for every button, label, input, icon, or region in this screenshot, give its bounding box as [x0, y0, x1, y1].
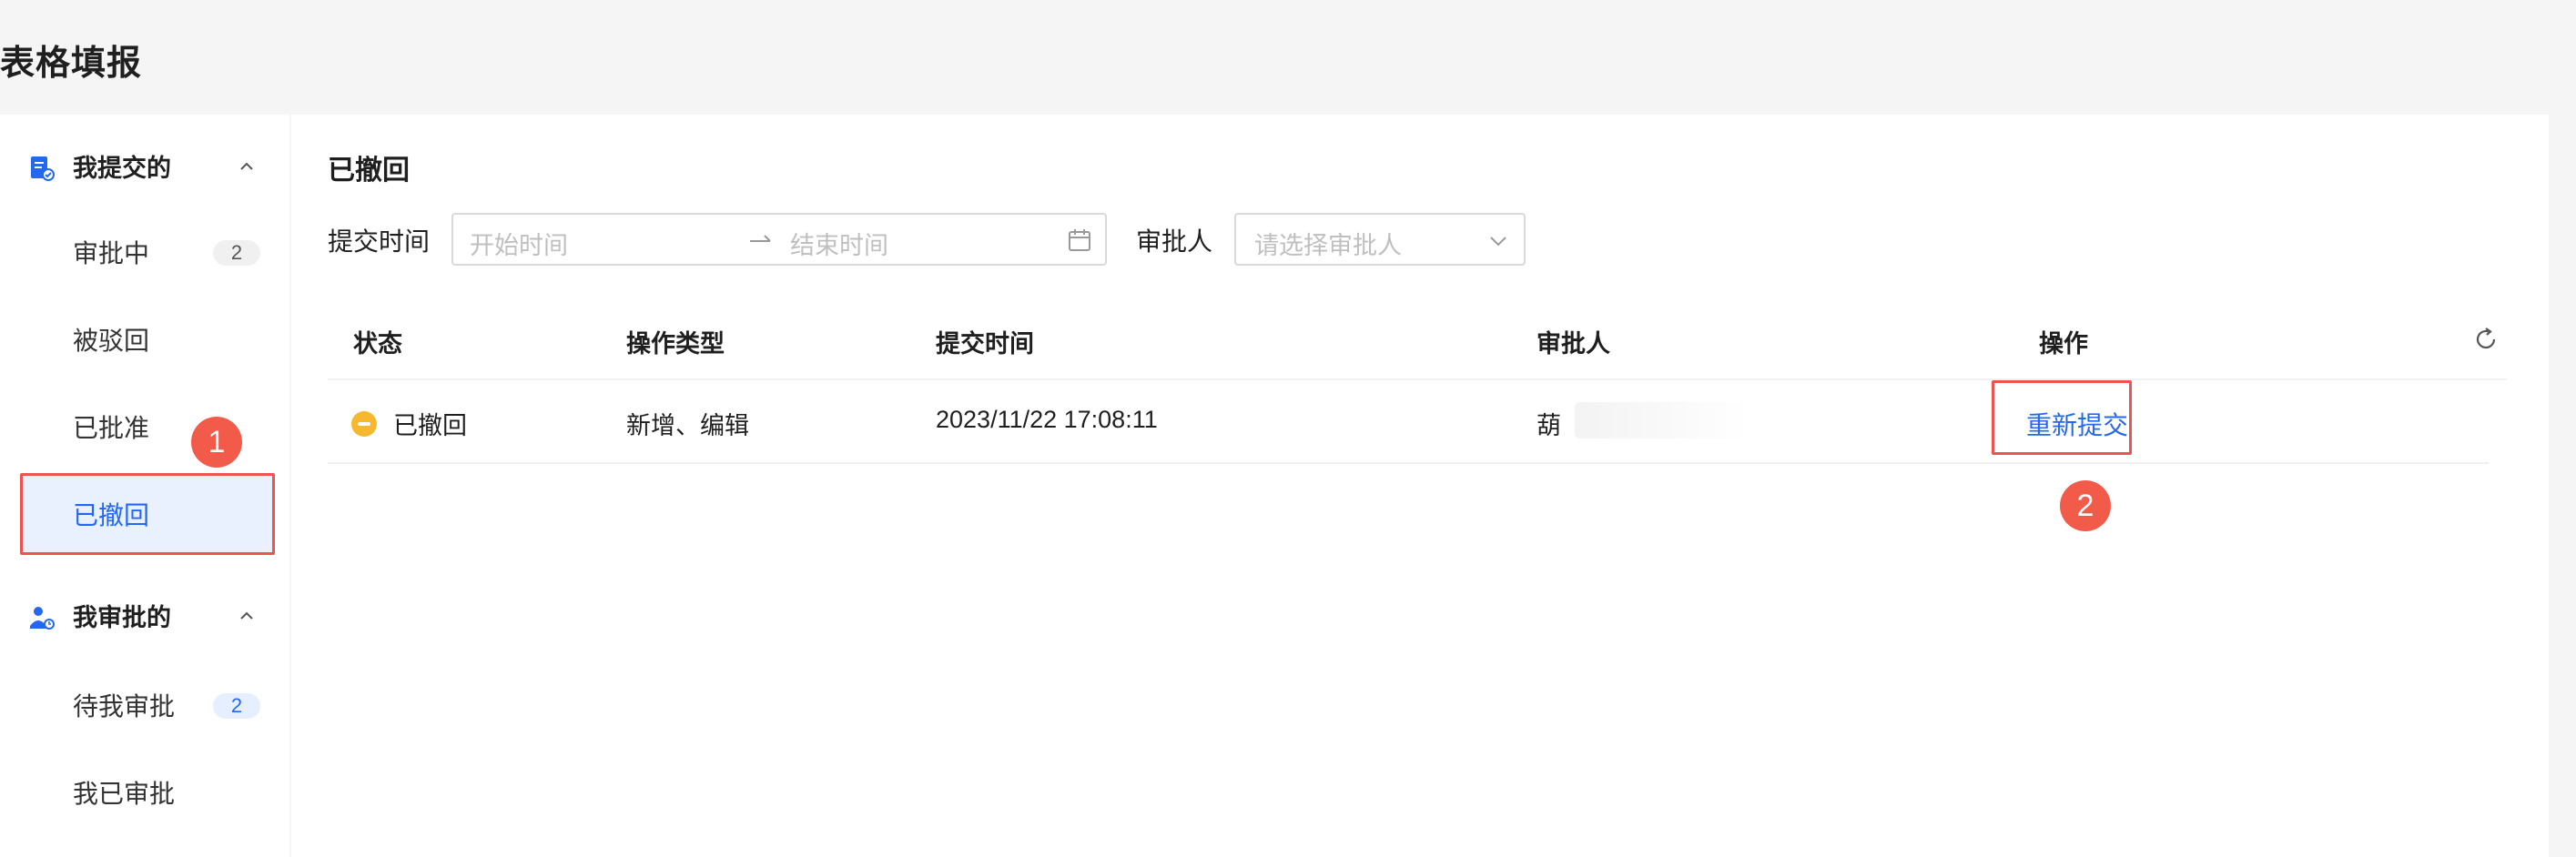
sidebar-item-pending[interactable]: 审批中 2 [20, 213, 273, 291]
arrow-right-icon [750, 235, 771, 242]
start-time-input[interactable]: 开始时间 [470, 226, 568, 261]
column-header-approver: 审批人 [1536, 330, 1610, 358]
table-header: 状态 操作类型 提交时间 审批人 操作 [328, 297, 2507, 380]
approver-user-icon [30, 607, 55, 630]
approver-select[interactable]: 请选择审批人 [1234, 213, 1526, 266]
count-badge: 2 [213, 693, 260, 719]
step-marker-2: 2 [2060, 480, 2111, 531]
op-type-cell: 新增、编辑 [626, 412, 749, 439]
chevron-up-icon[interactable] [238, 158, 255, 175]
sidebar-item-label: 已撤回 [73, 501, 150, 529]
calendar-icon[interactable] [1067, 227, 1092, 253]
sidebar-group-submitted[interactable]: 我提交的 [0, 133, 289, 198]
document-submit-icon [31, 156, 55, 181]
sidebar-group-label: 我提交的 [73, 154, 171, 182]
date-range-picker[interactable]: 开始时间 结束时间 [451, 213, 1107, 266]
sidebar-item-label: 我已审批 [73, 780, 176, 808]
sidebar-item-rejected[interactable]: 被驳回 [20, 300, 273, 378]
table-row: 已撤回 新增、编辑 2023/11/22 17:08:11 葫 重新提交 [328, 380, 2489, 464]
sidebar-item-withdrawn[interactable]: 已撤回 [20, 475, 273, 553]
refresh-icon[interactable] [2472, 326, 2500, 353]
withdrawn-status-icon [351, 411, 377, 437]
count-badge: 2 [213, 240, 260, 266]
column-header-action: 操作 [2039, 330, 2088, 358]
end-time-input[interactable]: 结束时间 [790, 226, 888, 261]
approver-cell: 葫 [1536, 412, 1561, 439]
sidebar-item-label: 已批准 [73, 414, 150, 442]
blurred-approver-name [1575, 402, 1748, 439]
column-header-op-type: 操作类型 [626, 330, 725, 358]
status-cell: 已撤回 [393, 412, 467, 439]
sidebar-group-approving[interactable]: 我审批的 [0, 582, 289, 648]
chevron-up-icon[interactable] [238, 608, 255, 624]
sidebar: 我提交的 审批中 2 被驳回 已批准 已撤回 我审批的 待我审批 2 我已审批 [0, 115, 289, 857]
chevron-down-icon [1490, 237, 1506, 247]
sidebar-item-to-approve[interactable]: 待我审批 2 [20, 666, 273, 744]
approver-select-placeholder: 请选择审批人 [1254, 232, 1402, 259]
column-header-status: 状态 [353, 330, 402, 358]
sidebar-item-label: 审批中 [73, 239, 150, 267]
sidebar-item-label: 待我审批 [73, 692, 176, 721]
submit-time-cell: 2023/11/22 17:08:11 [936, 406, 1158, 433]
column-header-submit-time: 提交时间 [936, 330, 1034, 358]
submit-time-label: 提交时间 [328, 227, 431, 256]
page-title: 表格填报 [0, 45, 143, 83]
main-panel: 已撤回 提交时间 开始时间 结束时间 审批人 请选择审批人 状态 操作类型 提交… [291, 115, 2549, 857]
sidebar-group-label: 我审批的 [73, 603, 171, 631]
approver-label: 审批人 [1136, 227, 1213, 256]
sidebar-item-approved-by-me[interactable]: 我已审批 [20, 753, 273, 832]
resubmit-button[interactable]: 重新提交 [2026, 406, 2128, 442]
section-title: 已撤回 [328, 156, 410, 186]
step-marker-1: 1 [191, 417, 242, 468]
sidebar-item-label: 被驳回 [73, 327, 150, 355]
